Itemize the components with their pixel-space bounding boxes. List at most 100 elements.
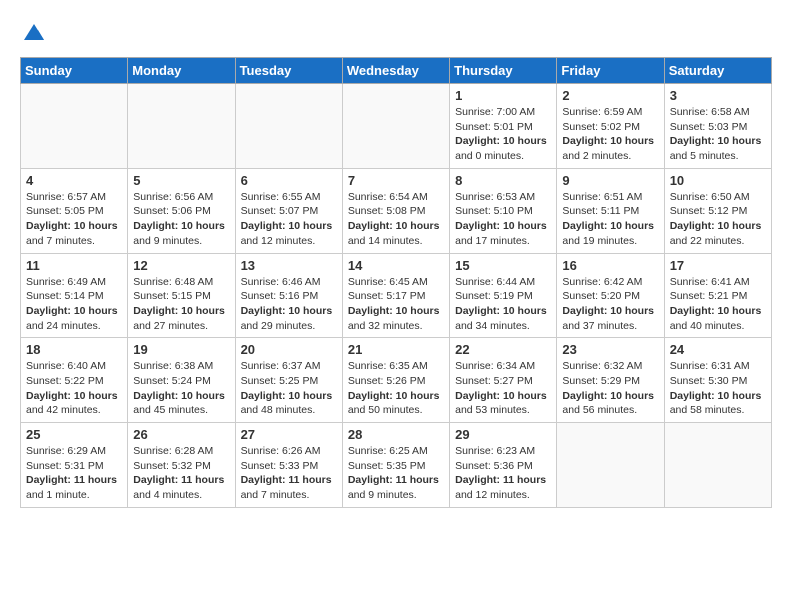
day-info-line: Sunrise: 6:42 AM	[562, 275, 658, 290]
day-info: Sunrise: 6:50 AMSunset: 5:12 PMDaylight:…	[670, 190, 766, 249]
day-info-line: Daylight: 10 hours	[133, 389, 229, 404]
day-number: 10	[670, 173, 766, 188]
day-info-line: Sunrise: 6:25 AM	[348, 444, 444, 459]
day-info: Sunrise: 6:55 AMSunset: 5:07 PMDaylight:…	[241, 190, 337, 249]
day-info-line: Sunrise: 6:50 AM	[670, 190, 766, 205]
day-info-line: and 40 minutes.	[670, 319, 766, 334]
day-info-line: Daylight: 11 hours	[133, 473, 229, 488]
day-info-line: Daylight: 10 hours	[455, 134, 551, 149]
day-info: Sunrise: 6:53 AMSunset: 5:10 PMDaylight:…	[455, 190, 551, 249]
weekday-header-tuesday: Tuesday	[235, 58, 342, 84]
day-info: Sunrise: 6:45 AMSunset: 5:17 PMDaylight:…	[348, 275, 444, 334]
day-info-line: and 5 minutes.	[670, 149, 766, 164]
day-info-line: and 32 minutes.	[348, 319, 444, 334]
day-number: 8	[455, 173, 551, 188]
day-info-line: and 4 minutes.	[133, 488, 229, 503]
day-info-line: and 45 minutes.	[133, 403, 229, 418]
day-info-line: Sunset: 5:17 PM	[348, 289, 444, 304]
calendar-cell: 5Sunrise: 6:56 AMSunset: 5:06 PMDaylight…	[128, 168, 235, 253]
day-info-line: Sunrise: 6:57 AM	[26, 190, 122, 205]
day-info-line: Daylight: 10 hours	[26, 389, 122, 404]
day-info: Sunrise: 6:54 AMSunset: 5:08 PMDaylight:…	[348, 190, 444, 249]
day-info-line: and 27 minutes.	[133, 319, 229, 334]
day-info-line: Sunrise: 6:45 AM	[348, 275, 444, 290]
day-info-line: Daylight: 10 hours	[670, 219, 766, 234]
day-info-line: Sunset: 5:15 PM	[133, 289, 229, 304]
calendar-cell: 15 Sunrise: 6:44 AMSunset: 5:19 PMDayligh…	[450, 253, 557, 338]
day-number: 3	[670, 88, 766, 103]
day-info-line: Daylight: 10 hours	[562, 134, 658, 149]
day-info: Sunrise: 6:42 AMSunset: 5:20 PMDaylight:…	[562, 275, 658, 334]
day-info: Sunrise: 6:38 AMSunset: 5:24 PMDaylight:…	[133, 359, 229, 418]
day-info-line: and 29 minutes.	[241, 319, 337, 334]
day-info: Sunrise: 6:46 AMSunset: 5:16 PMDaylight:…	[241, 275, 337, 334]
day-number: 5	[133, 173, 229, 188]
calendar-cell: 29Sunrise: 6:23 AMSunset: 5:36 PMDayligh…	[450, 423, 557, 508]
day-info-line: Sunset: 5:31 PM	[26, 459, 122, 474]
day-info-line: Daylight: 11 hours	[348, 473, 444, 488]
calendar-cell: 17Sunrise: 6:41 AMSunset: 5:21 PMDayligh…	[664, 253, 771, 338]
day-info-line: Sunset: 5:24 PM	[133, 374, 229, 389]
calendar-cell: 7Sunrise: 6:54 AMSunset: 5:08 PMDaylight…	[342, 168, 449, 253]
day-info-line: and 24 minutes.	[26, 319, 122, 334]
day-info-line: Sunset: 5:02 PM	[562, 120, 658, 135]
logo	[20, 20, 46, 49]
calendar-table: SundayMondayTuesdayWednesdayThursdayFrid…	[20, 57, 772, 508]
day-info: Sunrise: 6:40 AMSunset: 5:22 PMDaylight:…	[26, 359, 122, 418]
calendar-cell	[128, 84, 235, 169]
day-info-line: Daylight: 10 hours	[455, 389, 551, 404]
day-info-line: Daylight: 10 hours	[562, 219, 658, 234]
day-info: Sunrise: 6:28 AMSunset: 5:32 PMDaylight:…	[133, 444, 229, 503]
calendar-cell: 13 Sunrise: 6:46 AMSunset: 5:16 PMDayligh…	[235, 253, 342, 338]
calendar-cell: 25Sunrise: 6:29 AMSunset: 5:31 PMDayligh…	[21, 423, 128, 508]
day-info-line: Daylight: 10 hours	[133, 219, 229, 234]
calendar-cell: 9Sunrise: 6:51 AMSunset: 5:11 PMDaylight…	[557, 168, 664, 253]
calendar-cell: 18 Sunrise: 6:40 AMSunset: 5:22 PMDayligh…	[21, 338, 128, 423]
day-info-line: and 12 minutes.	[455, 488, 551, 503]
calendar-cell: 16Sunrise: 6:42 AMSunset: 5:20 PMDayligh…	[557, 253, 664, 338]
day-info-line: Daylight: 11 hours	[241, 473, 337, 488]
day-info-line: and 17 minutes.	[455, 234, 551, 249]
day-number: 25	[26, 427, 122, 442]
day-number: 15	[455, 258, 551, 273]
day-number: 18	[26, 342, 122, 357]
day-info-line: Sunset: 5:30 PM	[670, 374, 766, 389]
day-info-line: Sunrise: 6:28 AM	[133, 444, 229, 459]
day-info: Sunrise: 6:57 AMSunset: 5:05 PMDaylight:…	[26, 190, 122, 249]
day-info-line: Daylight: 10 hours	[562, 304, 658, 319]
day-info-line: Sunrise: 6:46 AM	[241, 275, 337, 290]
day-info: Sunrise: 6:59 AMSunset: 5:02 PMDaylight:…	[562, 105, 658, 164]
day-info: Sunrise: 6:41 AMSunset: 5:21 PMDaylight:…	[670, 275, 766, 334]
day-number: 28	[348, 427, 444, 442]
weekday-header-monday: Monday	[128, 58, 235, 84]
day-info-line: and 9 minutes.	[348, 488, 444, 503]
calendar-cell: 19Sunrise: 6:38 AMSunset: 5:24 PMDayligh…	[128, 338, 235, 423]
day-number: 26	[133, 427, 229, 442]
day-info-line: Daylight: 10 hours	[670, 134, 766, 149]
day-info-line: and 2 minutes.	[562, 149, 658, 164]
day-info-line: Sunrise: 6:53 AM	[455, 190, 551, 205]
calendar-cell: 26 Sunrise: 6:28 AMSunset: 5:32 PMDayligh…	[128, 423, 235, 508]
day-info-line: Sunrise: 6:41 AM	[670, 275, 766, 290]
day-info: Sunrise: 6:51 AMSunset: 5:11 PMDaylight:…	[562, 190, 658, 249]
day-info-line: and 48 minutes.	[241, 403, 337, 418]
day-number: 4	[26, 173, 122, 188]
day-info-line: Daylight: 10 hours	[670, 389, 766, 404]
day-info-line: Daylight: 10 hours	[241, 389, 337, 404]
weekday-header-thursday: Thursday	[450, 58, 557, 84]
day-info-line: Sunrise: 6:31 AM	[670, 359, 766, 374]
day-info-line: Sunset: 5:14 PM	[26, 289, 122, 304]
calendar-cell: 22Sunrise: 6:34 AMSunset: 5:27 PMDayligh…	[450, 338, 557, 423]
day-number: 13	[241, 258, 337, 273]
calendar-cell: 12Sunrise: 6:48 AMSunset: 5:15 PMDayligh…	[128, 253, 235, 338]
day-info-line: and 22 minutes.	[670, 234, 766, 249]
calendar-week-3: 11Sunrise: 6:49 AMSunset: 5:14 PMDayligh…	[21, 253, 772, 338]
day-info: Sunrise: 6:44 AMSunset: 5:19 PMDaylight:…	[455, 275, 551, 334]
day-number: 29	[455, 427, 551, 442]
calendar-cell: 28Sunrise: 6:25 AMSunset: 5:35 PMDayligh…	[342, 423, 449, 508]
day-info-line: and 50 minutes.	[348, 403, 444, 418]
day-info-line: Daylight: 10 hours	[455, 304, 551, 319]
weekday-header-sunday: Sunday	[21, 58, 128, 84]
day-info: Sunrise: 6:26 AMSunset: 5:33 PMDaylight:…	[241, 444, 337, 503]
day-info-line: Sunrise: 6:58 AM	[670, 105, 766, 120]
